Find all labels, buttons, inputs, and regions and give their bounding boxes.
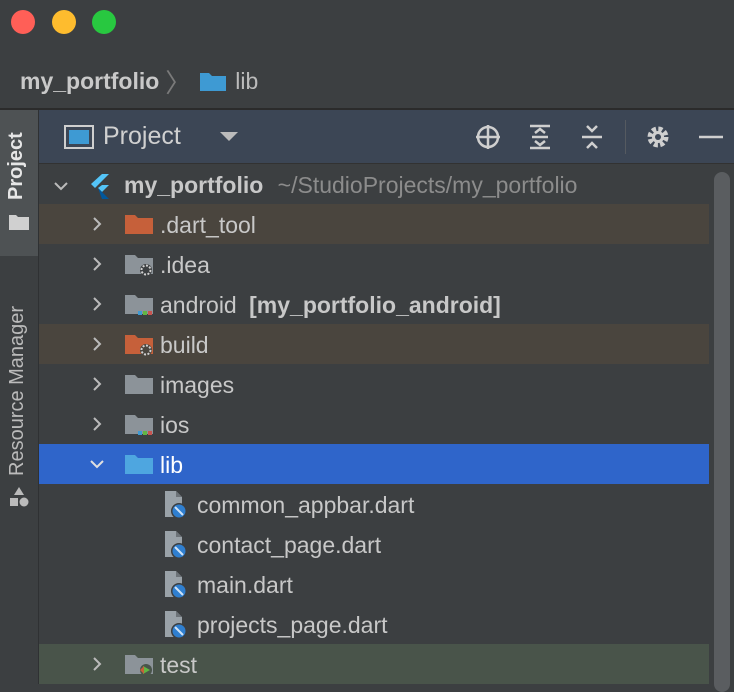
root-project-path: ~/StudioProjects/my_portfolio	[277, 172, 578, 198]
module-folder-icon	[125, 415, 153, 435]
dart-file-icon	[165, 571, 187, 599]
flutter-icon	[91, 174, 109, 199]
tree-row-android[interactable]: android [my_portfolio_android]	[39, 284, 709, 324]
source-folder-icon	[125, 455, 153, 474]
tree-row-dart-tool[interactable]: .dart_tool	[39, 204, 709, 244]
zoom-window-button[interactable]	[92, 10, 116, 34]
vertical-scrollbar[interactable]	[711, 164, 734, 692]
dart-file-icon	[165, 531, 187, 559]
tree-item-label: main.dart	[197, 572, 293, 598]
tree-item-label: lib	[160, 452, 184, 478]
tree-item-label: test	[160, 652, 198, 678]
tree-item-label: projects_page.dart	[197, 612, 388, 638]
tree-row-file[interactable]: contact_page.dart	[39, 524, 709, 564]
tree-row-test[interactable]: test	[39, 644, 709, 684]
resource-manager-tab[interactable]: Resource Manager	[6, 306, 29, 476]
tree-item-label: android	[160, 292, 237, 318]
tree-item-label: build	[160, 332, 209, 358]
folder-icon	[9, 215, 29, 230]
module-name: [my_portfolio_android]	[249, 292, 501, 318]
dart-file-icon	[165, 491, 187, 519]
close-window-button[interactable]	[11, 10, 35, 34]
tree-row-idea[interactable]: .idea	[39, 244, 709, 284]
tree-item-label: images	[160, 372, 235, 398]
project-tab-label[interactable]: Project	[5, 132, 28, 200]
root-project-name: my_portfolio	[124, 172, 264, 198]
project-panel-header: Project	[39, 110, 734, 164]
chevron-down-icon[interactable]	[53, 178, 69, 194]
tree-row-images[interactable]: images	[39, 364, 709, 404]
divider	[625, 120, 626, 154]
tree-item-label: contact_page.dart	[197, 532, 382, 558]
tree-row-lib[interactable]: lib	[39, 444, 709, 484]
chevron-down-icon[interactable]	[89, 456, 105, 472]
tree-item-label: ios	[160, 412, 190, 438]
folder-icon	[125, 375, 153, 394]
scrollbar-thumb[interactable]	[714, 172, 730, 692]
tree-item-label: .dart_tool	[160, 212, 256, 238]
tree-item-label: common_appbar.dart	[197, 492, 415, 518]
minimize-window-button[interactable]	[52, 10, 76, 34]
folder-icon	[200, 73, 227, 91]
test-folder-icon	[125, 655, 153, 676]
tree-row-file[interactable]: projects_page.dart	[39, 604, 709, 644]
breadcrumb-project[interactable]: my_portfolio	[20, 68, 159, 95]
module-folder-icon	[125, 295, 153, 315]
title-bar: my_portfolio 〉 lib	[0, 0, 734, 110]
tree-row-ios[interactable]: ios	[39, 404, 709, 444]
excluded-folder-icon	[125, 335, 153, 356]
settings-folder-icon	[125, 255, 153, 276]
chevron-right-icon[interactable]	[89, 296, 105, 312]
tree-row-build[interactable]: build	[39, 324, 709, 364]
breadcrumb-folder[interactable]: lib	[235, 68, 258, 95]
breadcrumb-separator: 〉	[165, 67, 192, 98]
tree-row-file[interactable]: main.dart	[39, 564, 709, 604]
project-view-icon	[64, 125, 94, 149]
chevron-down-icon[interactable]	[220, 132, 238, 141]
chevron-right-icon[interactable]	[89, 376, 105, 392]
dart-file-icon	[165, 611, 187, 639]
chevron-right-icon[interactable]	[89, 216, 105, 232]
crosshair-icon[interactable]	[474, 123, 502, 151]
chevron-right-icon[interactable]	[89, 256, 105, 272]
folder-icon	[125, 215, 153, 234]
tree-row-root[interactable]: my_portfolio ~/StudioProjects/my_portfol…	[39, 166, 709, 206]
view-selector-label[interactable]: Project	[103, 122, 181, 151]
chevron-right-icon[interactable]	[89, 416, 105, 432]
chevron-right-icon[interactable]	[89, 656, 105, 672]
breadcrumb: my_portfolio 〉 lib	[20, 66, 258, 98]
gear-icon[interactable]	[644, 123, 672, 151]
collapse-all-icon[interactable]	[578, 123, 606, 151]
chevron-right-icon[interactable]	[89, 336, 105, 352]
project-tree: my_portfolio ~/StudioProjects/my_portfol…	[39, 164, 709, 684]
tree-item-label: .idea	[160, 252, 210, 278]
tree-row-file[interactable]: common_appbar.dart	[39, 484, 709, 524]
shapes-icon	[10, 487, 29, 507]
minimize-icon[interactable]	[697, 123, 725, 151]
expand-all-icon[interactable]	[526, 123, 554, 151]
